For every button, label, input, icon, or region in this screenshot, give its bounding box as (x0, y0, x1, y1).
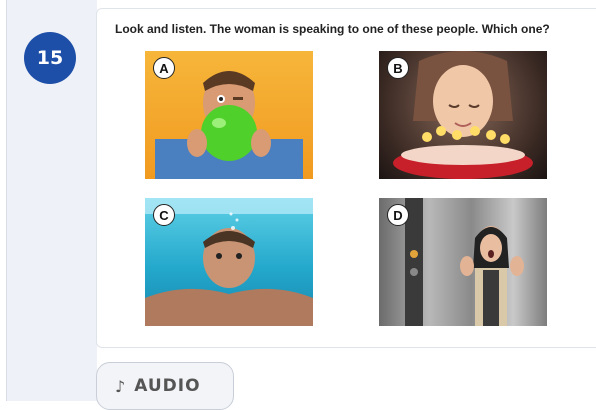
option-a-label: A (153, 57, 175, 79)
question-text: Look and listen. The woman is speaking t… (115, 22, 550, 36)
option-d-image[interactable]: D (379, 198, 547, 326)
option-b-label: B (387, 57, 409, 79)
option-c-image[interactable]: C (145, 198, 313, 326)
music-note-icon: ♪ (115, 376, 127, 396)
option-c-label: C (153, 204, 175, 226)
audio-button-label: AUDIO (134, 376, 201, 396)
option-a-image[interactable]: A (145, 51, 313, 179)
question-number-badge: 15 (24, 32, 76, 84)
audio-button[interactable]: ♪ AUDIO (96, 362, 234, 410)
option-b-image[interactable]: B (379, 51, 547, 179)
option-d-label: D (387, 204, 409, 226)
